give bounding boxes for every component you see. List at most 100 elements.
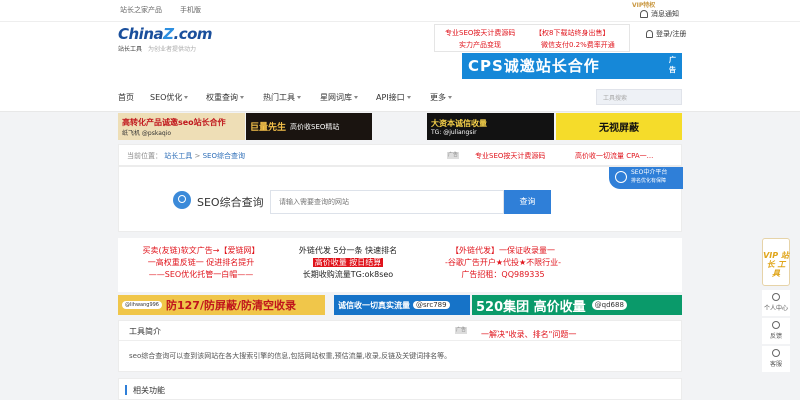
logo-tail: .com <box>173 25 213 43</box>
login-link[interactable]: 登录/注册 <box>646 29 686 39</box>
float-label: 个人中心 <box>763 305 788 312</box>
breadcrumb-ad-1[interactable]: 专业SEO按天计费源码 <box>475 151 545 161</box>
banner-ad-3[interactable]: 大资本诚信收量 TG: @juliangsir <box>427 113 554 140</box>
text-ad-col-3[interactable]: 【外链代发】一保证收录量一 -谷歌广告开户★代投★不限行业- 广告招租：QQ98… <box>428 245 578 281</box>
logo-slogan: 为创业者提供动力 <box>148 46 197 53</box>
seo-agency-badge[interactable]: SEO中介平台 排名优化有保障 <box>609 167 683 189</box>
cps-text: CPS诚邀站长合作 <box>468 57 600 75</box>
banner-7-title: 520集团 高价收量 <box>476 299 586 315</box>
ad-tag: 广告 <box>447 152 459 159</box>
nav-seo[interactable]: SEO优化 <box>150 92 189 103</box>
float-profile[interactable]: 个人中心 <box>762 290 790 316</box>
text-ads: 买卖(友链)软文广告→【爱链网】 一高权重反链一 促进排名提升 ——SEO优化托… <box>118 238 682 292</box>
nav-weight[interactable]: 权重查询 <box>206 92 244 103</box>
banner-3-sub: TG: @juliangsir <box>431 128 477 136</box>
chevron-down-icon <box>448 96 452 99</box>
text-ad: 买卖(友链)软文广告→【爱链网】 <box>142 246 260 255</box>
banner-ad-4[interactable]: 无视屏蔽 <box>556 113 682 140</box>
mobile-link[interactable]: 手机版 <box>180 5 201 15</box>
float-label: 客服 <box>769 361 782 368</box>
intro-heading: 工具简介 <box>129 327 161 336</box>
login-label: 登录/注册 <box>656 30 687 38</box>
nav-seo-label: SEO优化 <box>150 93 183 102</box>
badge-line-1: SEO中介平台 <box>631 169 668 176</box>
header-ad-a[interactable]: 专业SEO按天计费源码 <box>445 28 515 38</box>
banner-6-title: 诚信收一切真实流量 <box>338 300 410 310</box>
tool-search-input[interactable]: 工具搜索 <box>596 89 682 105</box>
header-text-ads: 专业SEO按天计费源码 实力产品变现 【权8下载站终身出售】 微信支付0.2%费… <box>434 24 630 52</box>
badge-icon <box>615 171 627 183</box>
breadcrumb-sep: > <box>194 152 201 160</box>
banner-4-title: 无视屏蔽 <box>599 123 639 134</box>
text-ad: 外链代发 5分一条 快速排名 <box>298 246 398 255</box>
feedback-icon <box>772 321 780 329</box>
nav-hot-tools-label: 热门工具 <box>263 93 295 102</box>
messages-link[interactable]: 消息通知 <box>640 9 679 19</box>
nav-api-label: API接口 <box>376 93 405 102</box>
header-ad-b[interactable]: 实力产品变现 <box>459 40 501 50</box>
banner-ad-6[interactable]: 诚信收一切真实流量 @src789 <box>334 295 470 315</box>
breadcrumb-link-tools[interactable]: 站长工具 <box>164 152 192 160</box>
banner-ad-7[interactable]: 520集团 高价收量 @qd688 <box>472 295 682 315</box>
banner-5-tag: @lihwang996 <box>122 301 162 309</box>
headset-icon <box>772 349 780 357</box>
breadcrumb-ad-2[interactable]: 高价收一切流量 CPA一... <box>575 151 653 161</box>
text-ad-col-1[interactable]: 买卖(友链)软文广告→【爱链网】 一高权重反链一 促进排名提升 ——SEO优化托… <box>126 245 276 281</box>
messages-label: 消息通知 <box>651 10 679 18</box>
nav-keywords[interactable]: 星网词库 <box>320 92 358 103</box>
banner-ad-5[interactable]: @lihwang996 防127/防屏蔽/防清空收录 <box>118 295 325 315</box>
text-ad: 广告招租：QQ989335 <box>461 270 545 279</box>
site-logo[interactable]: ChinaZ.com 站长工具 为创业者提供动力 <box>118 25 213 53</box>
top-bar: 站长之家产品 手机版 VIP特权 消息通知 <box>0 0 800 22</box>
float-service[interactable]: 客服 <box>762 346 790 372</box>
page-title: SEO综合查询 <box>197 196 264 209</box>
url-input[interactable] <box>270 190 504 214</box>
related-heading: 相关功能 <box>133 386 165 395</box>
logo-z: Z <box>163 25 174 43</box>
banner-ad-2[interactable]: 巨量先生 高价收SEO精站 <box>246 113 372 140</box>
nav-hot-tools[interactable]: 热门工具 <box>263 92 301 103</box>
section-marker <box>125 385 127 395</box>
banner-2-sub: 高价收SEO精站 <box>290 122 340 131</box>
text-ad: 【外链代发】一保证收录量一 <box>451 246 555 255</box>
breadcrumb: 当前位置： 站长工具 > SEO综合查询 广告 专业SEO按天计费源码 高价收一… <box>118 144 682 166</box>
cps-ad-tag: 广告 <box>669 56 677 74</box>
text-ad: -谷歌广告开户★代投★不限行业- <box>444 258 562 267</box>
banner-1-sub: 纸飞机 @pskaqio <box>122 129 172 137</box>
intro-text: seo综合查询可以查到该网站在各大搜索引擎的信息,包括网站权重,预估流量,收录,… <box>129 352 452 360</box>
query-button[interactable]: 查询 <box>504 190 551 214</box>
badge-line-2: 排名优化有保障 <box>631 178 667 184</box>
nav-api[interactable]: API接口 <box>376 92 411 103</box>
banner-2-title: 巨量先生 <box>250 123 287 133</box>
nav-more[interactable]: 更多 <box>430 92 452 103</box>
text-ad: 一高权重反链一 促进排名提升 <box>147 258 255 267</box>
intro-red-ad[interactable]: 一解决"收录、排名"问题一 <box>481 329 576 340</box>
cps-banner[interactable]: CPS诚邀站长合作 广告 <box>462 53 682 79</box>
chevron-down-icon <box>297 96 301 99</box>
bell-icon <box>640 10 648 18</box>
banner-6-tag: @src789 <box>413 301 450 309</box>
products-link[interactable]: 站长之家产品 <box>120 5 162 15</box>
float-feedback[interactable]: 反馈 <box>762 318 790 344</box>
text-ad: ——SEO优化托管一白帽—— <box>148 270 254 279</box>
text-ad-col-2[interactable]: 外链代发 5分一条 快速排名 高价收量 按日结算 长期收购流量TG:ok8seo <box>288 245 408 281</box>
header: ChinaZ.com 站长工具 为创业者提供动力 专业SEO按天计费源码 实力产品… <box>0 22 800 82</box>
float-label: 反馈 <box>769 333 782 340</box>
chevron-down-icon <box>354 96 358 99</box>
float-vip-text: VIP 站长 工具 <box>763 251 789 278</box>
text-ad: 长期收购流量TG:ok8seo <box>302 270 394 279</box>
header-ad-d[interactable]: 微信支付0.2%费率开通 <box>541 40 615 50</box>
chevron-down-icon <box>240 96 244 99</box>
nav-home[interactable]: 首页 <box>118 92 134 103</box>
float-vip-logo[interactable]: VIP 站长 工具 <box>762 238 790 286</box>
banner-3-title: 大资本诚信收量 <box>431 118 487 128</box>
banner-7-tag: @qd688 <box>591 300 627 310</box>
banner-5-title: 防127/防屏蔽/防清空收录 <box>166 299 296 312</box>
header-ad-c[interactable]: 【权8下载站终身出售】 <box>535 28 609 38</box>
tool-intro: 工具简介 广告 一解决"收录、排名"问题一 seo综合查询可以查到该网站在各大搜… <box>118 320 682 372</box>
nav-weight-label: 权重查询 <box>206 93 238 102</box>
main-nav: 首页 SEO优化 权重查询 热门工具 星网词库 API接口 更多 工具搜索 <box>0 82 800 112</box>
breadcrumb-link-seo[interactable]: SEO综合查询 <box>203 152 245 160</box>
chevron-down-icon <box>184 96 189 99</box>
banner-ad-1[interactable]: 高转化产品诚邀seo站长合作 纸飞机 @pskaqio <box>118 113 245 140</box>
